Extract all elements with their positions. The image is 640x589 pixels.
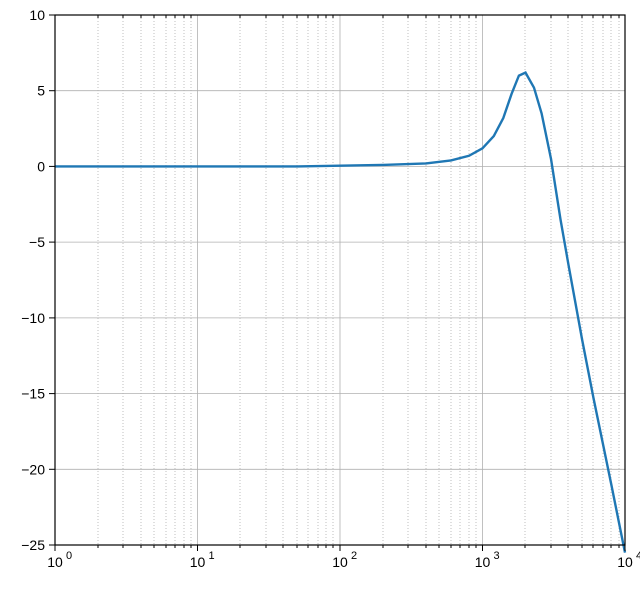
svg-text:10: 10 <box>332 554 348 570</box>
svg-text:10: 10 <box>47 554 63 570</box>
y-tick-labels: 10 5 0 −5 −10 −15 −20 −25 <box>21 7 45 553</box>
svg-text:0: 0 <box>66 550 72 562</box>
svg-text:−15: −15 <box>21 386 45 402</box>
svg-text:10: 10 <box>617 554 633 570</box>
svg-text:5: 5 <box>37 83 45 99</box>
svg-text:1: 1 <box>209 550 215 562</box>
svg-text:2: 2 <box>351 550 357 562</box>
svg-text:−20: −20 <box>21 461 45 477</box>
svg-text:10: 10 <box>475 554 491 570</box>
svg-text:3: 3 <box>494 550 500 562</box>
svg-text:10: 10 <box>29 7 45 23</box>
svg-text:0: 0 <box>37 158 45 174</box>
svg-text:10: 10 <box>190 554 206 570</box>
svg-text:−25: −25 <box>21 537 45 553</box>
svg-text:4: 4 <box>636 550 640 562</box>
y-ticks <box>49 15 55 545</box>
svg-text:−5: −5 <box>29 234 45 250</box>
svg-text:−10: −10 <box>21 310 45 326</box>
bode-plot: 100 101 102 103 104 10 5 0 −5 −10 −15 −2… <box>0 0 640 584</box>
x-tick-labels: 100 101 102 103 104 <box>47 550 640 570</box>
